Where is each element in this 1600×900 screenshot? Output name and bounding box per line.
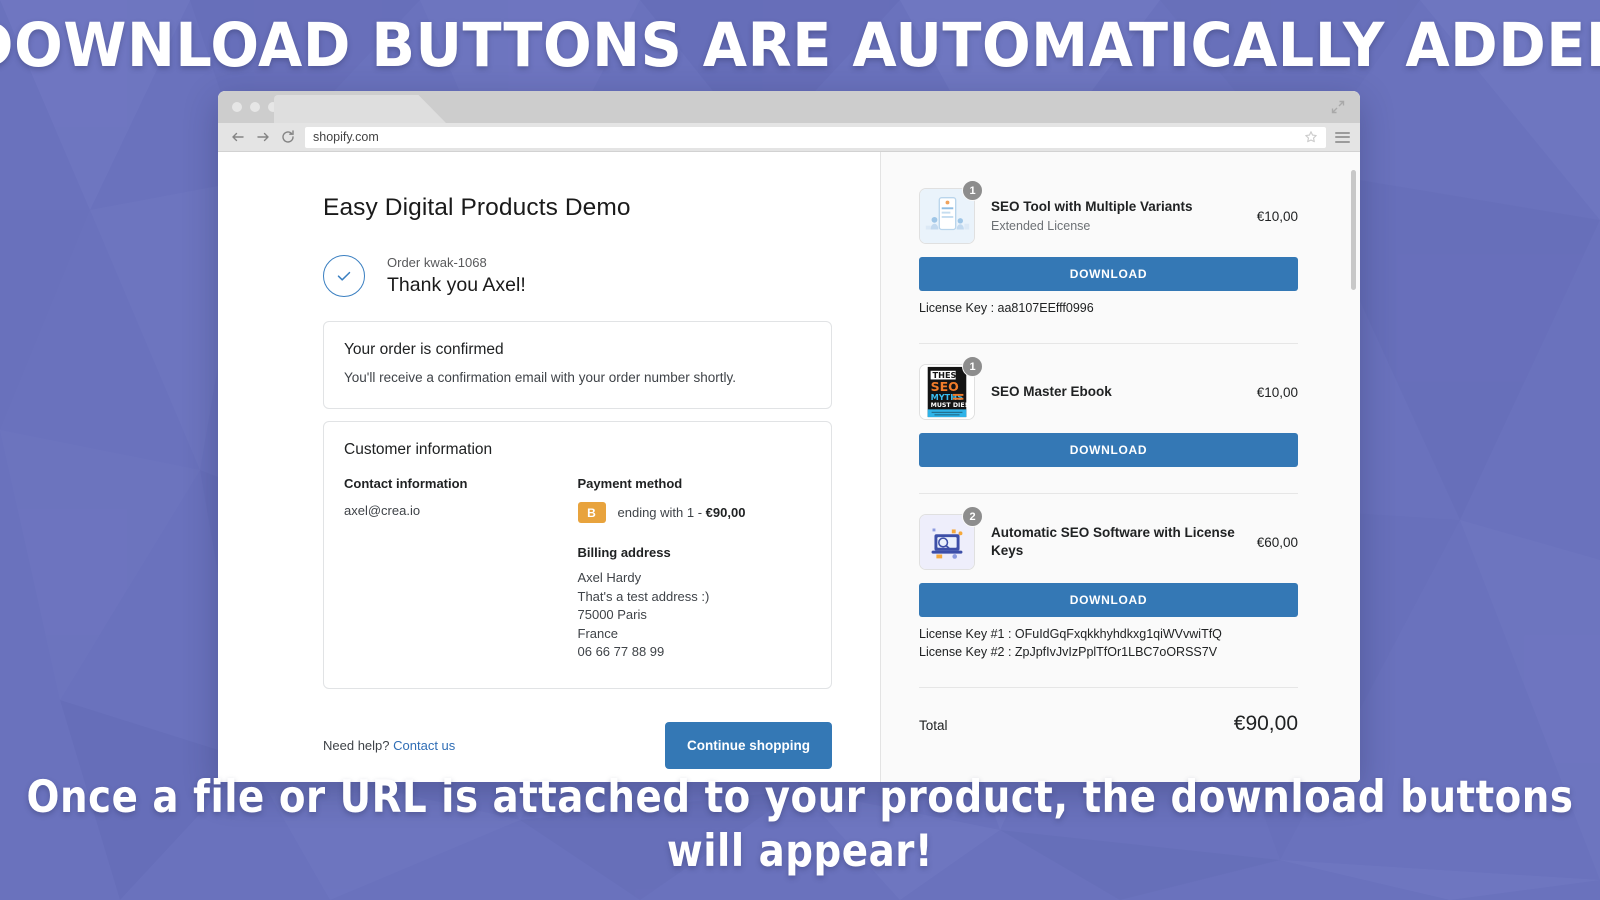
payment-summary: ending with 1 - €90,00: [618, 505, 746, 520]
line-item-title: Automatic SEO Software with License Keys: [991, 524, 1241, 560]
line-item-title: SEO Tool with Multiple Variants: [991, 198, 1241, 216]
license-key: License Key : aa8107EEfff0996: [919, 300, 1298, 317]
quantity-badge: 2: [962, 506, 983, 527]
reload-icon[interactable]: [280, 129, 296, 145]
order-number: Order kwak-1068: [387, 254, 526, 272]
order-total-value: €90,00: [1234, 712, 1298, 736]
thank-you-message: Thank you Axel!: [387, 272, 526, 298]
download-button[interactable]: DOWNLOAD: [919, 583, 1298, 617]
customer-information-title: Customer information: [344, 441, 811, 459]
line-item-title: SEO Master Ebook: [991, 383, 1241, 401]
line-item: 2 Automatic SEO Software with License Ke…: [919, 514, 1298, 667]
quantity-badge: 1: [962, 180, 983, 201]
billing-line: 75000 Paris: [578, 606, 812, 625]
line-item: 1 SEO Tool with Multiple Variants Extend…: [919, 188, 1298, 323]
check-circle-icon: [323, 255, 365, 297]
order-confirmed-card: Your order is confirmed You'll receive a…: [323, 321, 832, 409]
need-help-text: Need help? Contact us: [323, 738, 455, 753]
browser-url-bar: shopify.com: [218, 123, 1360, 152]
close-window-dot[interactable]: [232, 102, 242, 112]
line-item-thumbnail-wrap: 1: [919, 188, 975, 244]
back-arrow-icon[interactable]: [230, 129, 246, 145]
quantity-badge: 1: [962, 356, 983, 377]
divider: [919, 343, 1298, 344]
page-title: Easy Digital Products Demo: [323, 194, 832, 222]
address-bar-url: shopify.com: [313, 130, 1304, 144]
billing-line: Axel Hardy: [578, 569, 812, 588]
line-item-thumbnail-wrap: 2: [919, 514, 975, 570]
line-item-thumbnail-wrap: THESE SEO MYTHS MUST DIE! 1: [919, 364, 975, 420]
star-icon[interactable]: [1304, 130, 1318, 144]
need-help-prefix: Need help?: [323, 738, 393, 753]
minimize-window-dot[interactable]: [250, 102, 260, 112]
card-brand-icon: B: [578, 502, 606, 523]
license-key: License Key #1 : OFuIdGqFxqkkhyhdkxg1qiW…: [919, 626, 1298, 643]
order-confirmation-column: Easy Digital Products Demo Order kwak-10…: [218, 152, 880, 782]
expand-icon[interactable]: [1330, 99, 1346, 115]
order-total-label: Total: [919, 718, 948, 733]
payment-method-block: Payment method B ending with 1 - €90,00 …: [578, 476, 812, 662]
browser-window: shopify.com Easy Digital Products Demo: [218, 91, 1360, 782]
headline-banner: DOWNLOAD BUTTONS ARE AUTOMATICALLY ADDED: [0, 8, 1600, 84]
download-button[interactable]: DOWNLOAD: [919, 433, 1298, 467]
contact-email: axel@crea.io: [344, 502, 578, 521]
line-item: THESE SEO MYTHS MUST DIE! 1: [919, 364, 1298, 473]
continue-shopping-button[interactable]: Continue shopping: [665, 722, 832, 769]
address-bar[interactable]: shopify.com: [305, 127, 1326, 148]
line-item-variant: Extended License: [991, 218, 1241, 235]
order-summary-column: 1 SEO Tool with Multiple Variants Extend…: [880, 152, 1360, 782]
payment-text-prefix: ending with 1 -: [618, 505, 706, 520]
billing-address-heading: Billing address: [578, 545, 812, 560]
billing-line: France: [578, 625, 812, 644]
payment-amount: €90,00: [706, 505, 746, 520]
order-footer: Need help? Contact us Continue shopping: [323, 722, 832, 769]
contact-information-heading: Contact information: [344, 476, 578, 491]
order-confirmed-title: Your order is confirmed: [344, 341, 811, 359]
divider: [919, 493, 1298, 494]
forward-arrow-icon[interactable]: [255, 129, 271, 145]
thank-you-block: Order kwak-1068 Thank you Axel!: [323, 254, 832, 298]
order-confirmed-text: You'll receive a confirmation email with…: [344, 368, 811, 388]
customer-information-card: Customer information Contact information…: [323, 421, 832, 689]
order-total-row: Total €90,00: [919, 712, 1298, 736]
checkout-page: Easy Digital Products Demo Order kwak-10…: [218, 152, 1360, 782]
scrollbar-track[interactable]: [1351, 170, 1356, 772]
divider: [919, 687, 1298, 688]
payment-method-heading: Payment method: [578, 476, 812, 491]
payment-method-row: B ending with 1 - €90,00: [578, 502, 812, 523]
line-item-price: €10,00: [1257, 209, 1298, 224]
footline-banner: Once a file or URL is attached to your p…: [0, 769, 1600, 878]
browser-tab[interactable]: [274, 95, 446, 123]
line-item-price: €10,00: [1257, 385, 1298, 400]
svg-text:MYTHS: MYTHS: [931, 392, 964, 402]
download-button[interactable]: DOWNLOAD: [919, 257, 1298, 291]
svg-text:MUST DIE!: MUST DIE!: [931, 402, 968, 409]
scrollbar-thumb[interactable]: [1351, 170, 1356, 290]
contact-information-block: Contact information axel@crea.io: [344, 476, 578, 662]
billing-line: 06 66 77 88 99: [578, 643, 812, 662]
contact-us-link[interactable]: Contact us: [393, 738, 455, 753]
license-key: License Key #2 : ZpJpfIvJvIzPplTfOr1LBC7…: [919, 644, 1298, 661]
billing-line: That's a test address :): [578, 588, 812, 607]
browser-tab-strip: [218, 91, 1360, 123]
window-controls[interactable]: [232, 102, 278, 112]
line-item-price: €60,00: [1257, 535, 1298, 550]
hamburger-menu-icon[interactable]: [1335, 132, 1350, 143]
